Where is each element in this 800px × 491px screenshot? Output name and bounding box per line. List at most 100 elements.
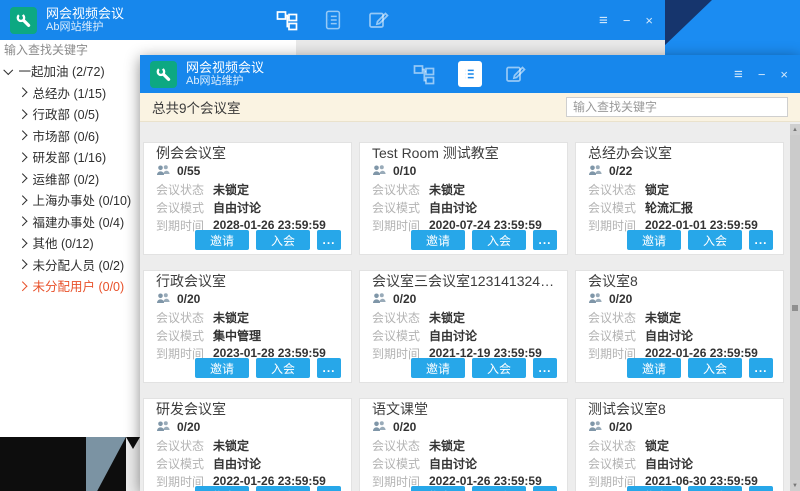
join-button[interactable]: 入会 bbox=[688, 486, 742, 491]
room-card-grid: 例会会议室0/55会议状态未锁定会议模式自由讨论到期时间2028-01-26 2… bbox=[143, 142, 784, 491]
tree-node[interactable]: 总经办 (1/15) bbox=[0, 82, 140, 104]
fg-window-controls: ≡ − × bbox=[734, 55, 788, 93]
org-structure-icon[interactable] bbox=[275, 7, 299, 33]
meeting-status-label: 会议状态 bbox=[156, 309, 213, 326]
compose-edit-icon[interactable] bbox=[504, 61, 528, 87]
window-menu-button[interactable]: ≡ bbox=[734, 67, 743, 82]
meeting-mode-value: 自由讨论 bbox=[213, 455, 261, 472]
join-button[interactable]: 入会 bbox=[256, 230, 310, 250]
participants-icon bbox=[372, 164, 386, 179]
room-card: 会议室80/20会议状态未锁定会议模式自由讨论到期时间2022-01-26 23… bbox=[575, 270, 784, 383]
chevron-right-icon bbox=[18, 174, 27, 183]
room-occupancy: 0/20 bbox=[393, 420, 416, 434]
join-button[interactable]: 入会 bbox=[472, 230, 526, 250]
tree-node[interactable]: 行政部 (0/5) bbox=[0, 103, 140, 125]
meeting-list-icon[interactable] bbox=[321, 7, 345, 33]
tree-node[interactable]: 福建办事处 (0/4) bbox=[0, 211, 140, 233]
fg-title-stack: 网会视频会议 Ab网站维护 bbox=[186, 60, 264, 88]
meeting-mode-label: 会议模式 bbox=[372, 327, 429, 344]
meeting-status-value: 未锁定 bbox=[213, 309, 249, 326]
window-menu-button[interactable]: ≡ bbox=[599, 13, 608, 28]
room-occupancy: 0/20 bbox=[177, 292, 200, 306]
join-button[interactable]: 入会 bbox=[256, 358, 310, 378]
room-card-buttons: 邀请入会... bbox=[627, 358, 773, 378]
meeting-mode-row: 会议模式自由讨论 bbox=[156, 199, 339, 215]
meeting-status-row: 会议状态锁定 bbox=[588, 437, 771, 453]
room-card: 会议室三会议室123141324141三会...0/20会议状态未锁定会议模式自… bbox=[359, 270, 568, 383]
invite-button[interactable]: 邀请 bbox=[411, 486, 465, 491]
org-structure-icon[interactable] bbox=[412, 61, 436, 87]
meeting-mode-label: 会议模式 bbox=[588, 199, 645, 216]
more-options-button[interactable]: ... bbox=[317, 486, 341, 491]
room-occupancy-row: 0/20 bbox=[588, 291, 771, 307]
meeting-status-value: 未锁定 bbox=[429, 437, 465, 454]
meeting-status-row: 会议状态未锁定 bbox=[372, 181, 555, 197]
tree-node[interactable]: 未分配人员 (0/2) bbox=[0, 254, 140, 276]
scrollbar-thumb[interactable] bbox=[790, 135, 800, 480]
tree-node[interactable]: 研发部 (1/16) bbox=[0, 146, 140, 168]
invite-button[interactable]: 邀请 bbox=[195, 230, 249, 250]
more-options-button[interactable]: ... bbox=[317, 358, 341, 378]
room-name: Test Room 测试教室 bbox=[372, 145, 555, 161]
meeting-mode-row: 会议模式集中管理 bbox=[156, 327, 339, 343]
window-close-button[interactable]: × bbox=[780, 68, 788, 81]
join-button[interactable]: 入会 bbox=[688, 358, 742, 378]
room-occupancy: 0/55 bbox=[177, 164, 200, 178]
join-button[interactable]: 入会 bbox=[256, 486, 310, 491]
chevron-right-icon bbox=[18, 152, 27, 161]
more-options-button[interactable]: ... bbox=[749, 358, 773, 378]
tree-node[interactable]: 未分配用户 (0/0) bbox=[0, 275, 140, 297]
meeting-status-value: 未锁定 bbox=[429, 181, 465, 198]
room-card-buttons: 邀请入会... bbox=[411, 230, 557, 250]
meeting-list-icon-active[interactable] bbox=[458, 61, 482, 87]
room-search-input[interactable] bbox=[566, 97, 788, 117]
participants-icon bbox=[372, 292, 386, 307]
meeting-status-row: 会议状态未锁定 bbox=[588, 309, 771, 325]
room-toolbar: 总共9个会议室 bbox=[140, 93, 800, 122]
tree-node[interactable]: 运维部 (0/2) bbox=[0, 168, 140, 190]
window-close-button[interactable]: × bbox=[645, 14, 653, 27]
tree-node[interactable]: 其他 (0/12) bbox=[0, 232, 140, 254]
tree-node-root[interactable]: 一起加油 (2/72) bbox=[0, 60, 140, 82]
room-card-buttons: 邀请 入会... bbox=[627, 486, 773, 491]
room-card: 行政会议室0/20会议状态未锁定会议模式集中管理到期时间2023-01-28 2… bbox=[143, 270, 352, 383]
more-options-button[interactable]: ... bbox=[749, 230, 773, 250]
scroll-up-icon[interactable]: ▲ bbox=[790, 124, 800, 135]
vertical-scrollbar[interactable]: ▲ ▼ bbox=[790, 124, 800, 491]
desktop: 网会视频会议 Ab网站维护 bbox=[0, 0, 800, 491]
chevron-right-icon bbox=[18, 195, 27, 204]
more-options-button[interactable]: ... bbox=[317, 230, 341, 250]
room-card-buttons: 邀请入会... bbox=[411, 358, 557, 378]
invite-button[interactable]: 邀请 bbox=[627, 230, 681, 250]
join-button[interactable]: 入会 bbox=[688, 230, 742, 250]
invite-button[interactable]: 邀请 bbox=[627, 358, 681, 378]
more-options-button[interactable]: ... bbox=[749, 486, 773, 491]
window-minimize-button[interactable]: − bbox=[758, 68, 766, 81]
meeting-status-value: 未锁定 bbox=[213, 181, 249, 198]
join-button[interactable]: 入会 bbox=[472, 358, 526, 378]
compose-edit-icon[interactable] bbox=[367, 7, 391, 33]
chevron-right-icon bbox=[18, 109, 27, 118]
tree-node[interactable]: 市场部 (0/6) bbox=[0, 125, 140, 147]
bg-titlebar-icons bbox=[275, 7, 391, 33]
invite-button[interactable]: 邀请 bbox=[411, 230, 465, 250]
invite-button[interactable]: 邀请 bbox=[195, 486, 249, 491]
meeting-mode-row: 会议模式自由讨论 bbox=[156, 455, 339, 471]
room-name: 会议室8 bbox=[588, 273, 771, 289]
room-occupancy: 0/20 bbox=[609, 420, 632, 434]
invite-button[interactable]: 邀请 bbox=[195, 358, 249, 378]
tree-node-label: 总经办 (1/15) bbox=[33, 83, 107, 102]
more-options-button[interactable]: ... bbox=[533, 230, 557, 250]
join-button[interactable]: 入会 bbox=[472, 486, 526, 491]
invite-button[interactable]: 邀请 bbox=[627, 486, 681, 491]
more-options-button[interactable]: ... bbox=[533, 358, 557, 378]
tree-node[interactable]: 上海办事处 (0/10) bbox=[0, 189, 140, 211]
invite-button[interactable]: 邀请 bbox=[411, 358, 465, 378]
room-occupancy-row: 0/22 bbox=[588, 163, 771, 179]
window-minimize-button[interactable]: − bbox=[623, 14, 631, 27]
tree-node-label: 一起加油 (2/72) bbox=[19, 61, 105, 80]
tree-node-label: 研发部 (1/16) bbox=[33, 147, 107, 166]
scroll-down-icon[interactable]: ▼ bbox=[790, 480, 800, 491]
more-options-button[interactable]: ... bbox=[533, 486, 557, 491]
meeting-mode-label: 会议模式 bbox=[156, 455, 213, 472]
